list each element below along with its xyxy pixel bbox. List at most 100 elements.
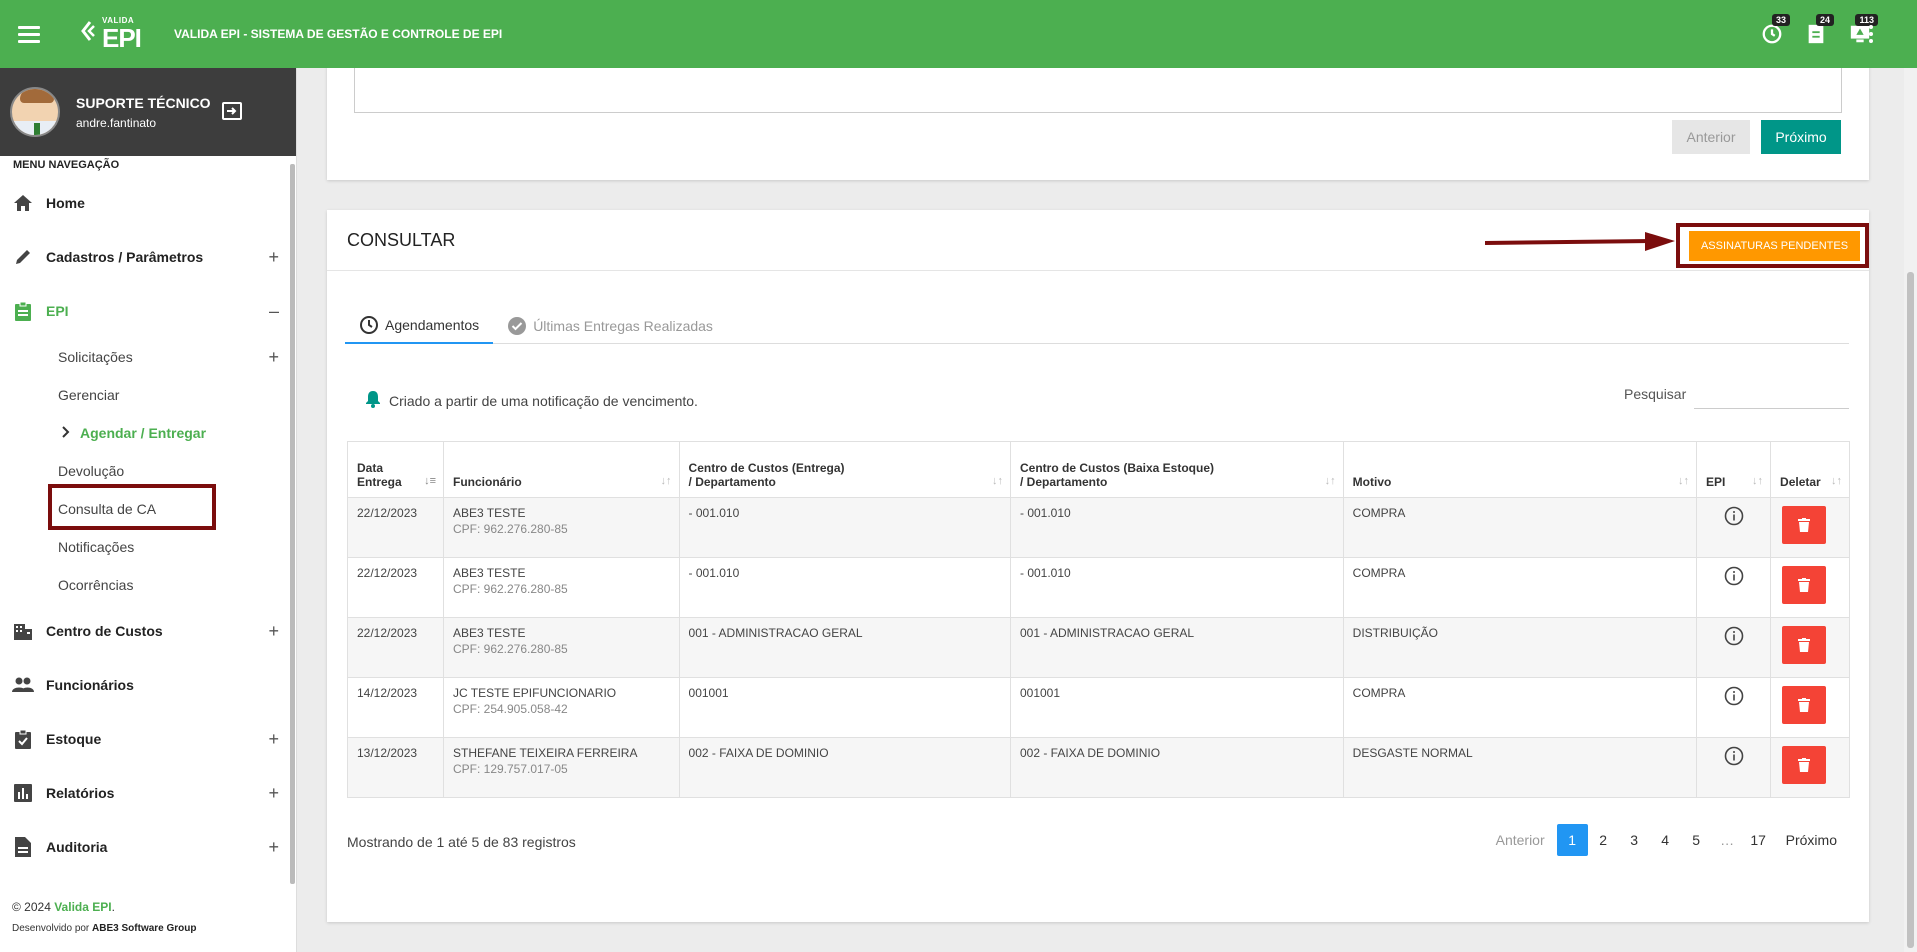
cell-cc-delivery: 002 - FAIXA DE DOMINIO: [678, 737, 1011, 798]
previous-button[interactable]: Anterior: [1672, 120, 1750, 154]
info-icon[interactable]: [1706, 506, 1761, 526]
scrollbar-thumb[interactable]: [1907, 272, 1914, 948]
cell-epi: [1695, 677, 1772, 738]
trash-icon: [1798, 578, 1811, 592]
sidebar-item-relatorios[interactable]: Relatórios +: [0, 766, 296, 820]
cell-epi: [1695, 737, 1772, 798]
clipboard-icon: [10, 300, 36, 322]
expand-icon: +: [268, 346, 279, 367]
employee-cpf: CPF: 962.276.280-85: [452, 642, 568, 656]
more-options-icon[interactable]: [1869, 25, 1873, 43]
page-ellipsis: …: [1720, 832, 1735, 848]
sidebar-item-epi[interactable]: EPI –: [0, 284, 296, 338]
sidebar-item-funcionarios[interactable]: Funcionários: [0, 658, 296, 712]
col-cc-delivery[interactable]: Centro de Custos (Entrega) / Departamento…: [678, 441, 1011, 498]
chevron-right-icon: [62, 425, 70, 441]
pagination-previous[interactable]: Anterior: [1484, 824, 1557, 856]
tab-ultimas-entregas[interactable]: Últimas Entregas Realizadas: [493, 308, 727, 344]
cell-reason: COMPRA: [1342, 557, 1697, 618]
cell-reason: COMPRA: [1342, 497, 1697, 558]
page-1[interactable]: 1: [1556, 824, 1588, 856]
bell-icon: [365, 390, 381, 411]
check-circle-icon: [507, 316, 527, 336]
cell-epi: [1695, 497, 1772, 558]
clock-icon: [359, 315, 379, 335]
subitem-label: Solicitações: [58, 349, 133, 365]
cell-cc-delivery: 001001: [678, 677, 1011, 738]
search-input[interactable]: [1694, 379, 1849, 409]
dev-name: ABE3 Software Group: [92, 923, 197, 934]
history-button[interactable]: 33: [1760, 14, 1790, 46]
col-employee[interactable]: Funcionário ↓↑: [442, 441, 680, 498]
sidebar-scrollbar[interactable]: [290, 164, 295, 884]
top-icons: 33 24 113: [1760, 0, 1878, 68]
logout-icon[interactable]: [220, 99, 244, 128]
subitem-label: Agendar / Entregar: [80, 425, 207, 441]
epi-submenu: Solicitações + Gerenciar Agendar / Entreg…: [0, 338, 296, 604]
delete-button[interactable]: [1782, 626, 1827, 664]
delete-button[interactable]: [1782, 566, 1827, 604]
sidebar-item-label: Auditoria: [46, 839, 108, 855]
sidebar-subitem-ocorrencias[interactable]: Ocorrências: [0, 566, 296, 604]
cell-delete: [1770, 677, 1850, 738]
sort-icon: ↓↑: [660, 475, 672, 487]
sidebar-item-cadastros[interactable]: Cadastros / Parâmetros +: [0, 230, 296, 284]
page-2[interactable]: 2: [1588, 824, 1619, 856]
page-17[interactable]: 17: [1743, 824, 1774, 856]
sidebar-subitem-notificacoes[interactable]: Notificações: [0, 528, 296, 566]
sidebar-subitem-agendar-entregar[interactable]: Agendar / Entregar: [0, 414, 296, 452]
page-5[interactable]: 5: [1681, 824, 1712, 856]
info-icon[interactable]: [1706, 686, 1761, 706]
info-icon[interactable]: [1706, 746, 1761, 766]
employee-name: STHEFANE TEIXEIRA FERREIRA: [452, 746, 638, 760]
pagination-next[interactable]: Próximo: [1774, 824, 1849, 856]
info-icon[interactable]: [1706, 566, 1761, 586]
page-scrollbar[interactable]: [1904, 0, 1917, 952]
sidebar-item-estoque[interactable]: Estoque +: [0, 712, 296, 766]
table-row: 14/12/2023 JC TESTE EPIFUNCIONARIO CPF: 2…: [347, 677, 1850, 738]
col-date[interactable]: Data Entrega ↓≡: [347, 441, 444, 498]
app-logo[interactable]: VALIDA EPI: [80, 17, 172, 51]
sidebar-item-label: EPI: [46, 303, 69, 319]
col-label: Entrega: [357, 475, 402, 489]
cell-epi: [1695, 557, 1772, 618]
page-3[interactable]: 3: [1619, 824, 1650, 856]
sidebar-item-centro-custos[interactable]: Centro de Custos +: [0, 604, 296, 658]
history-badge: 33: [1771, 14, 1790, 26]
notice-text: Criado a partir de uma notificação de ve…: [389, 392, 698, 409]
col-epi[interactable]: EPI ↓↑: [1695, 441, 1772, 498]
cell-employee: STHEFANE TEIXEIRA FERREIRA CPF: 129.757.0…: [442, 737, 680, 798]
document-icon: [1808, 24, 1824, 44]
col-delete[interactable]: Deletar ↓↑: [1770, 441, 1850, 498]
col-reason[interactable]: Motivo ↓↑: [1342, 441, 1697, 498]
delete-button[interactable]: [1782, 686, 1827, 724]
documents-button[interactable]: 24: [1804, 14, 1834, 46]
tab-agendamentos[interactable]: Agendamentos: [345, 308, 494, 344]
copyright-text: © 2024: [12, 900, 51, 914]
sidebar-subitem-solicitacoes[interactable]: Solicitações +: [0, 338, 296, 376]
cell-delete: [1770, 737, 1850, 798]
next-button[interactable]: Próximo: [1761, 120, 1841, 154]
sidebar-item-auditoria[interactable]: Auditoria +: [0, 820, 296, 874]
sidebar-item-home[interactable]: Home: [0, 176, 296, 230]
sort-icon: ↓↑: [1752, 475, 1764, 487]
page-4[interactable]: 4: [1650, 824, 1681, 856]
brand-link[interactable]: Valida EPI: [54, 900, 111, 914]
file-icon: [10, 836, 36, 858]
sidebar-subitem-gerenciar[interactable]: Gerenciar: [0, 376, 296, 414]
pending-signatures-button[interactable]: ASSINATURAS PENDENTES: [1689, 231, 1860, 261]
sort-icon: ↓↑: [1324, 475, 1336, 487]
col-cc-stock[interactable]: Centro de Custos (Baixa Estoque) / Depart…: [1009, 441, 1344, 498]
notice: Criado a partir de uma notificação de ve…: [365, 390, 698, 411]
sort-icon: ↓↑: [1677, 475, 1689, 487]
delete-button[interactable]: [1782, 506, 1827, 544]
nav-menu: Home Cadastros / Parâmetros + EPI –: [0, 176, 296, 338]
observation-textarea[interactable]: [354, 64, 1842, 113]
delete-button[interactable]: [1782, 746, 1827, 784]
people-icon: [10, 674, 36, 696]
cell-date: 13/12/2023: [347, 737, 444, 798]
cell-date: 22/12/2023: [347, 617, 444, 678]
info-icon[interactable]: [1706, 626, 1761, 646]
menu-toggle-button[interactable]: [0, 24, 58, 45]
subitem-label: Devolução: [58, 463, 125, 479]
